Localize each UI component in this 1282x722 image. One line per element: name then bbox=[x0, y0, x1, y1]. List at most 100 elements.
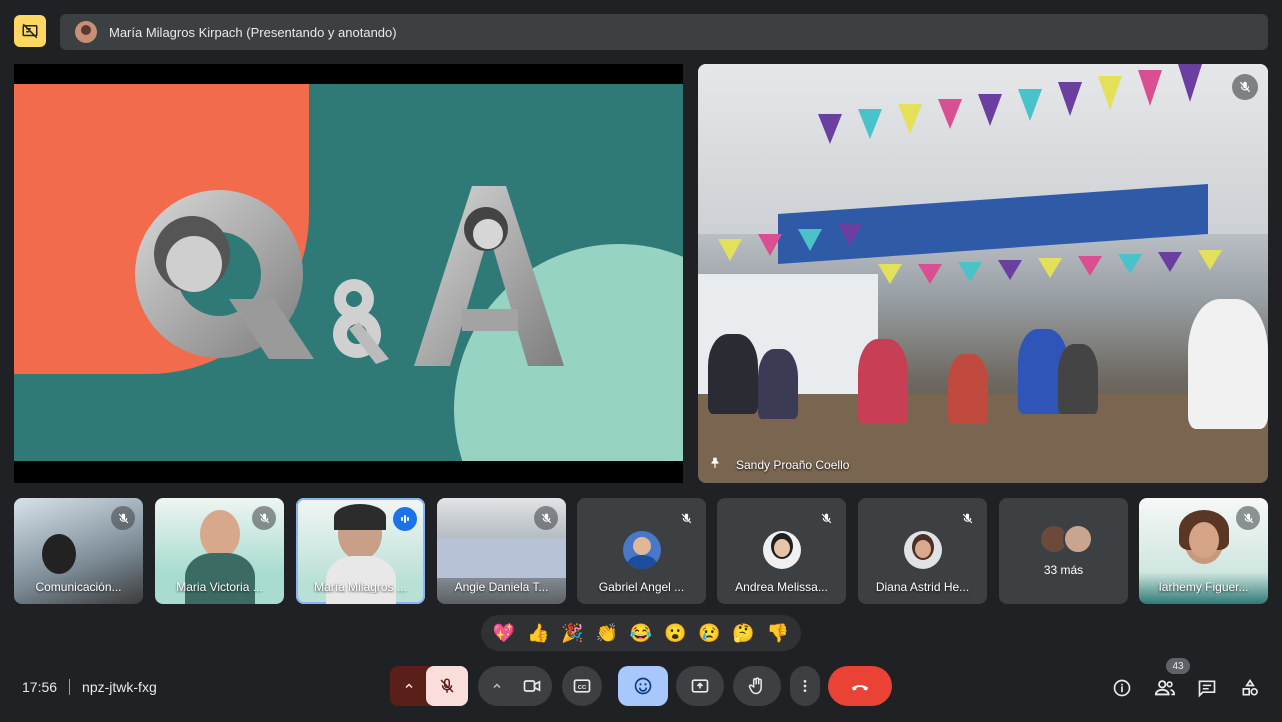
pin-icon[interactable] bbox=[708, 456, 722, 473]
separator bbox=[69, 679, 71, 695]
participant-tile[interactable]: Gabriel Angel ... bbox=[577, 498, 706, 604]
video-flag bbox=[1058, 82, 1082, 116]
reactions-bar: 💖 👍 🎉 👏 😂 😮 😢 🤔 👎 bbox=[481, 615, 801, 651]
video-room bbox=[437, 538, 566, 578]
meeting-details-button[interactable] bbox=[1108, 674, 1136, 702]
meeting-code: npz-jtwk-fxg bbox=[82, 679, 157, 695]
participant-tile[interactable]: Diana Astrid He... bbox=[858, 498, 987, 604]
video-flag bbox=[958, 262, 982, 282]
participant-name: Angie Daniela T... bbox=[454, 580, 549, 594]
participant-name: Gabriel Angel ... bbox=[598, 580, 685, 594]
video-flag bbox=[1198, 250, 1222, 270]
pinned-mic-off-indicator bbox=[1232, 74, 1258, 100]
avatar-face bbox=[774, 539, 790, 557]
camera-control bbox=[478, 666, 552, 706]
participant-name: Diana Astrid He... bbox=[875, 580, 970, 594]
presenter-bar[interactable]: María Milagros Kirpach (Presentando y an… bbox=[60, 14, 1268, 50]
reaction-surprised[interactable]: 😮 bbox=[661, 623, 689, 644]
pinned-participant-name: Sandy Proaño Coello bbox=[708, 456, 849, 473]
mic-off-indicator bbox=[674, 506, 698, 530]
chat-icon bbox=[1198, 680, 1216, 698]
reaction-heart[interactable]: 💖 bbox=[490, 623, 518, 644]
raise-hand-button[interactable] bbox=[733, 666, 781, 706]
people-count-badge: 43 bbox=[1166, 658, 1190, 674]
reaction-party[interactable]: 🎉 bbox=[559, 623, 587, 644]
video-flag bbox=[798, 229, 822, 251]
info-icon bbox=[1113, 679, 1131, 697]
present-screen-button[interactable] bbox=[676, 666, 724, 706]
mic-off-icon bbox=[259, 513, 269, 523]
avatar bbox=[904, 531, 942, 569]
video-flag bbox=[918, 264, 942, 284]
video-flag bbox=[998, 260, 1022, 280]
avatar-face bbox=[633, 537, 651, 555]
reaction-thumbs-up[interactable]: 👍 bbox=[524, 623, 552, 644]
avatar bbox=[763, 531, 801, 569]
present-off-icon bbox=[22, 23, 38, 39]
video-camera-icon bbox=[523, 680, 541, 692]
chat-button[interactable] bbox=[1193, 674, 1221, 702]
leave-call-button[interactable] bbox=[828, 666, 892, 706]
presentation-view[interactable] bbox=[14, 64, 683, 483]
emoji-icon bbox=[634, 677, 652, 695]
mic-off-icon bbox=[962, 513, 972, 523]
hand-icon bbox=[748, 677, 762, 695]
audio-level-icon bbox=[401, 515, 409, 523]
avatar bbox=[623, 531, 661, 569]
qa-slide bbox=[14, 84, 683, 461]
video-person bbox=[858, 339, 908, 424]
video-flag bbox=[1158, 252, 1182, 272]
video-person bbox=[708, 334, 758, 414]
pinned-video-tile[interactable]: Sandy Proaño Coello bbox=[698, 64, 1268, 483]
mic-off-indicator bbox=[111, 506, 135, 530]
video-person bbox=[948, 354, 988, 424]
participant-name: Iarhemy Figuer... bbox=[1158, 580, 1249, 594]
more-options-button[interactable] bbox=[790, 666, 820, 706]
participant-tile[interactable]: Angie Daniela T... bbox=[437, 498, 566, 604]
participant-tile[interactable]: Maria Victoria ... bbox=[155, 498, 284, 604]
more-participants-tile[interactable]: 33 más bbox=[999, 498, 1128, 604]
reaction-laugh[interactable]: 😂 bbox=[627, 623, 655, 644]
microphone-control bbox=[390, 666, 468, 706]
headphones bbox=[334, 504, 386, 530]
participant-tile-speaking[interactable]: María Milagros ... bbox=[296, 498, 425, 604]
video-options-button[interactable] bbox=[484, 666, 510, 706]
video-person bbox=[200, 510, 240, 558]
video-person bbox=[42, 534, 76, 574]
participant-tile[interactable]: Iarhemy Figuer... bbox=[1139, 498, 1268, 604]
video-flag bbox=[838, 224, 862, 246]
activities-button[interactable] bbox=[1236, 674, 1264, 702]
people-button[interactable] bbox=[1151, 674, 1179, 702]
stop-presenting-button[interactable] bbox=[14, 15, 46, 47]
reaction-thinking[interactable]: 🤔 bbox=[730, 623, 758, 644]
video-person bbox=[1058, 344, 1098, 414]
send-reaction-button[interactable] bbox=[618, 666, 668, 706]
video-person bbox=[185, 553, 255, 604]
video-flag bbox=[878, 264, 902, 284]
video-flag bbox=[1118, 254, 1142, 274]
avatar-body bbox=[627, 555, 657, 569]
participant-tile[interactable]: Comunicación... bbox=[14, 498, 143, 604]
mic-off-indicator bbox=[534, 506, 558, 530]
participant-tile[interactable]: Andrea Melissa... bbox=[717, 498, 846, 604]
more-avatars bbox=[1039, 524, 1093, 554]
present-screen-icon bbox=[691, 679, 709, 693]
participant-name: Comunicación... bbox=[35, 580, 122, 594]
audio-options-button[interactable] bbox=[390, 666, 428, 706]
camera-toggle-button[interactable] bbox=[512, 666, 552, 706]
meeting-time: 17:56 bbox=[22, 679, 58, 695]
participant-name: Maria Victoria ... bbox=[176, 580, 263, 594]
people-icon bbox=[1154, 680, 1175, 696]
microphone-toggle-button[interactable] bbox=[426, 666, 468, 706]
qa-graphic bbox=[135, 186, 564, 366]
video-flag bbox=[1078, 256, 1102, 276]
meet-window: María Milagros Kirpach (Presentando y an… bbox=[0, 0, 1282, 722]
mic-off-icon bbox=[821, 513, 831, 523]
video-flag bbox=[938, 99, 962, 129]
mic-off-indicator bbox=[252, 506, 276, 530]
reaction-sad[interactable]: 😢 bbox=[695, 623, 723, 644]
reaction-thumbs-down[interactable]: 👎 bbox=[764, 623, 792, 644]
video-flag bbox=[818, 114, 842, 144]
captions-button[interactable]: CC bbox=[562, 666, 602, 706]
reaction-clap[interactable]: 👏 bbox=[593, 623, 621, 644]
